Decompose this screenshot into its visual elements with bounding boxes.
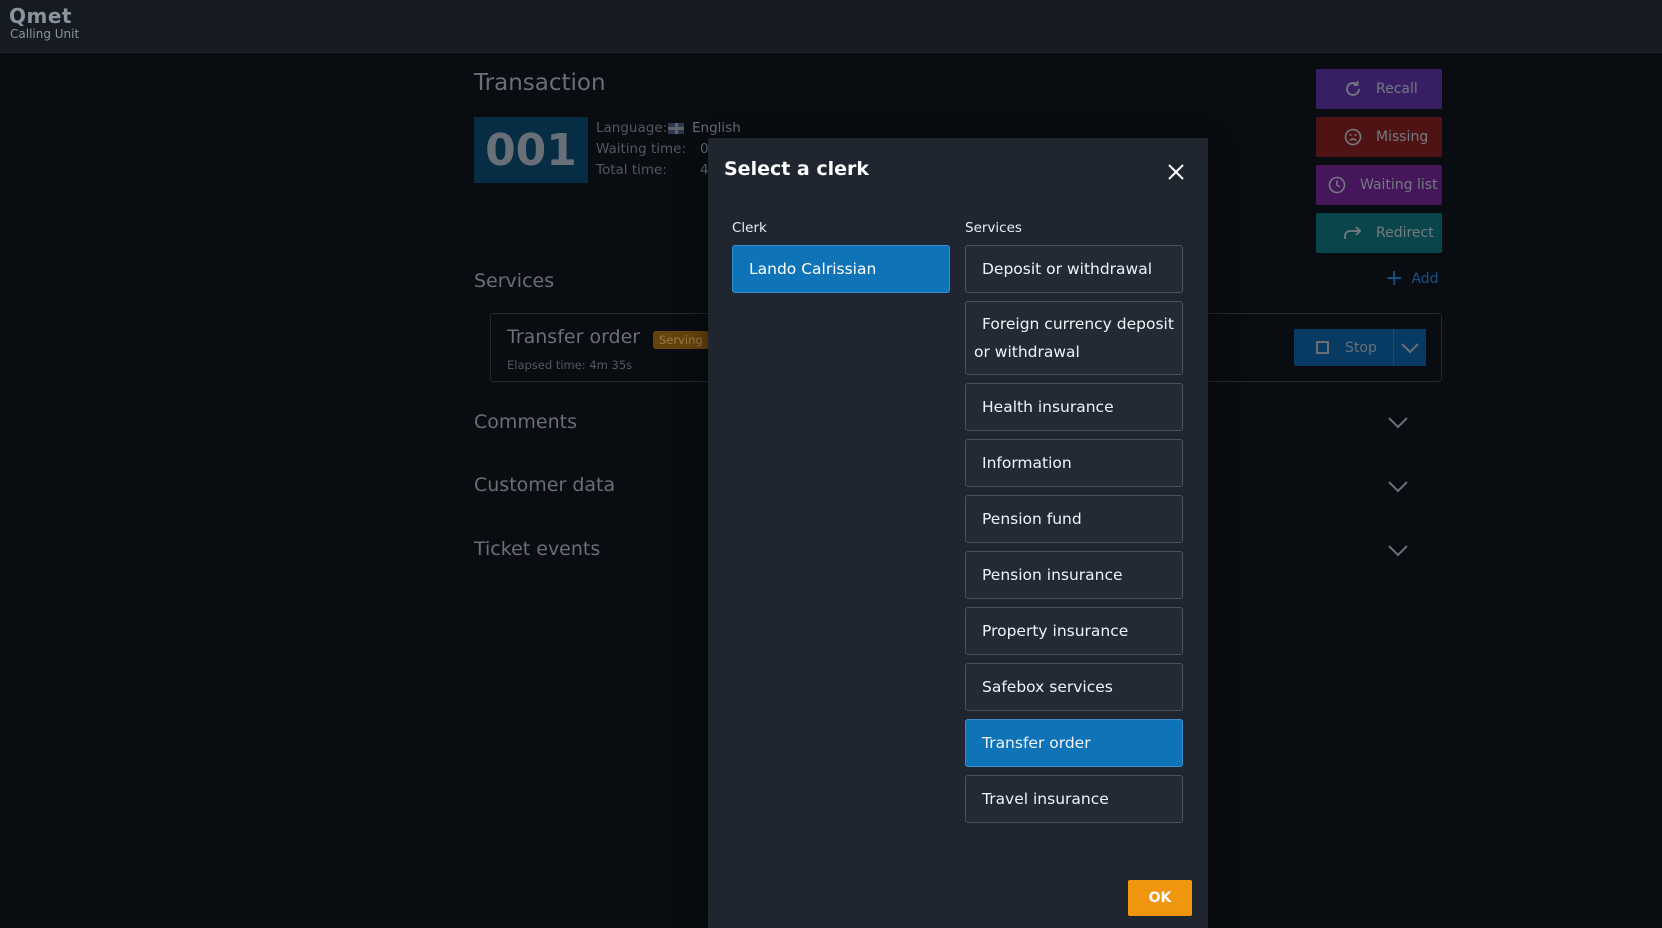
service-option[interactable]: Foreign currency deposit or withdrawal xyxy=(965,301,1183,375)
service-option[interactable]: Deposit or withdrawal xyxy=(965,245,1183,293)
close-button[interactable] xyxy=(1164,160,1188,184)
clerk-option-lando-calrissian[interactable]: Lando Calrissian xyxy=(732,245,950,293)
select-clerk-dialog: Select a clerk Clerk Services Lando Calr… xyxy=(708,138,1208,928)
service-option[interactable]: Safebox services xyxy=(965,663,1183,711)
service-option[interactable]: Information xyxy=(965,439,1183,487)
services-column-label: Services xyxy=(965,220,1022,236)
service-option-selected[interactable]: Transfer order xyxy=(965,719,1183,767)
service-option[interactable]: Health insurance xyxy=(965,383,1183,431)
logo-subtitle: Calling Unit xyxy=(10,27,80,41)
service-option[interactable]: Travel insurance xyxy=(965,775,1183,823)
clerk-column-label: Clerk xyxy=(732,220,767,236)
close-icon xyxy=(1168,164,1184,180)
service-option[interactable]: Property insurance xyxy=(965,607,1183,655)
ok-button[interactable]: OK xyxy=(1128,880,1192,916)
logo-text: Qmet xyxy=(9,4,72,28)
service-option[interactable]: Pension fund xyxy=(965,495,1183,543)
top-bar: Qmet Calling Unit xyxy=(0,0,1662,53)
service-option[interactable]: Pension insurance xyxy=(965,551,1183,599)
dialog-title: Select a clerk xyxy=(724,158,870,180)
app-logo: Qmet Calling Unit xyxy=(9,5,79,41)
service-options-list: Deposit or withdrawal Foreign currency d… xyxy=(965,245,1184,831)
